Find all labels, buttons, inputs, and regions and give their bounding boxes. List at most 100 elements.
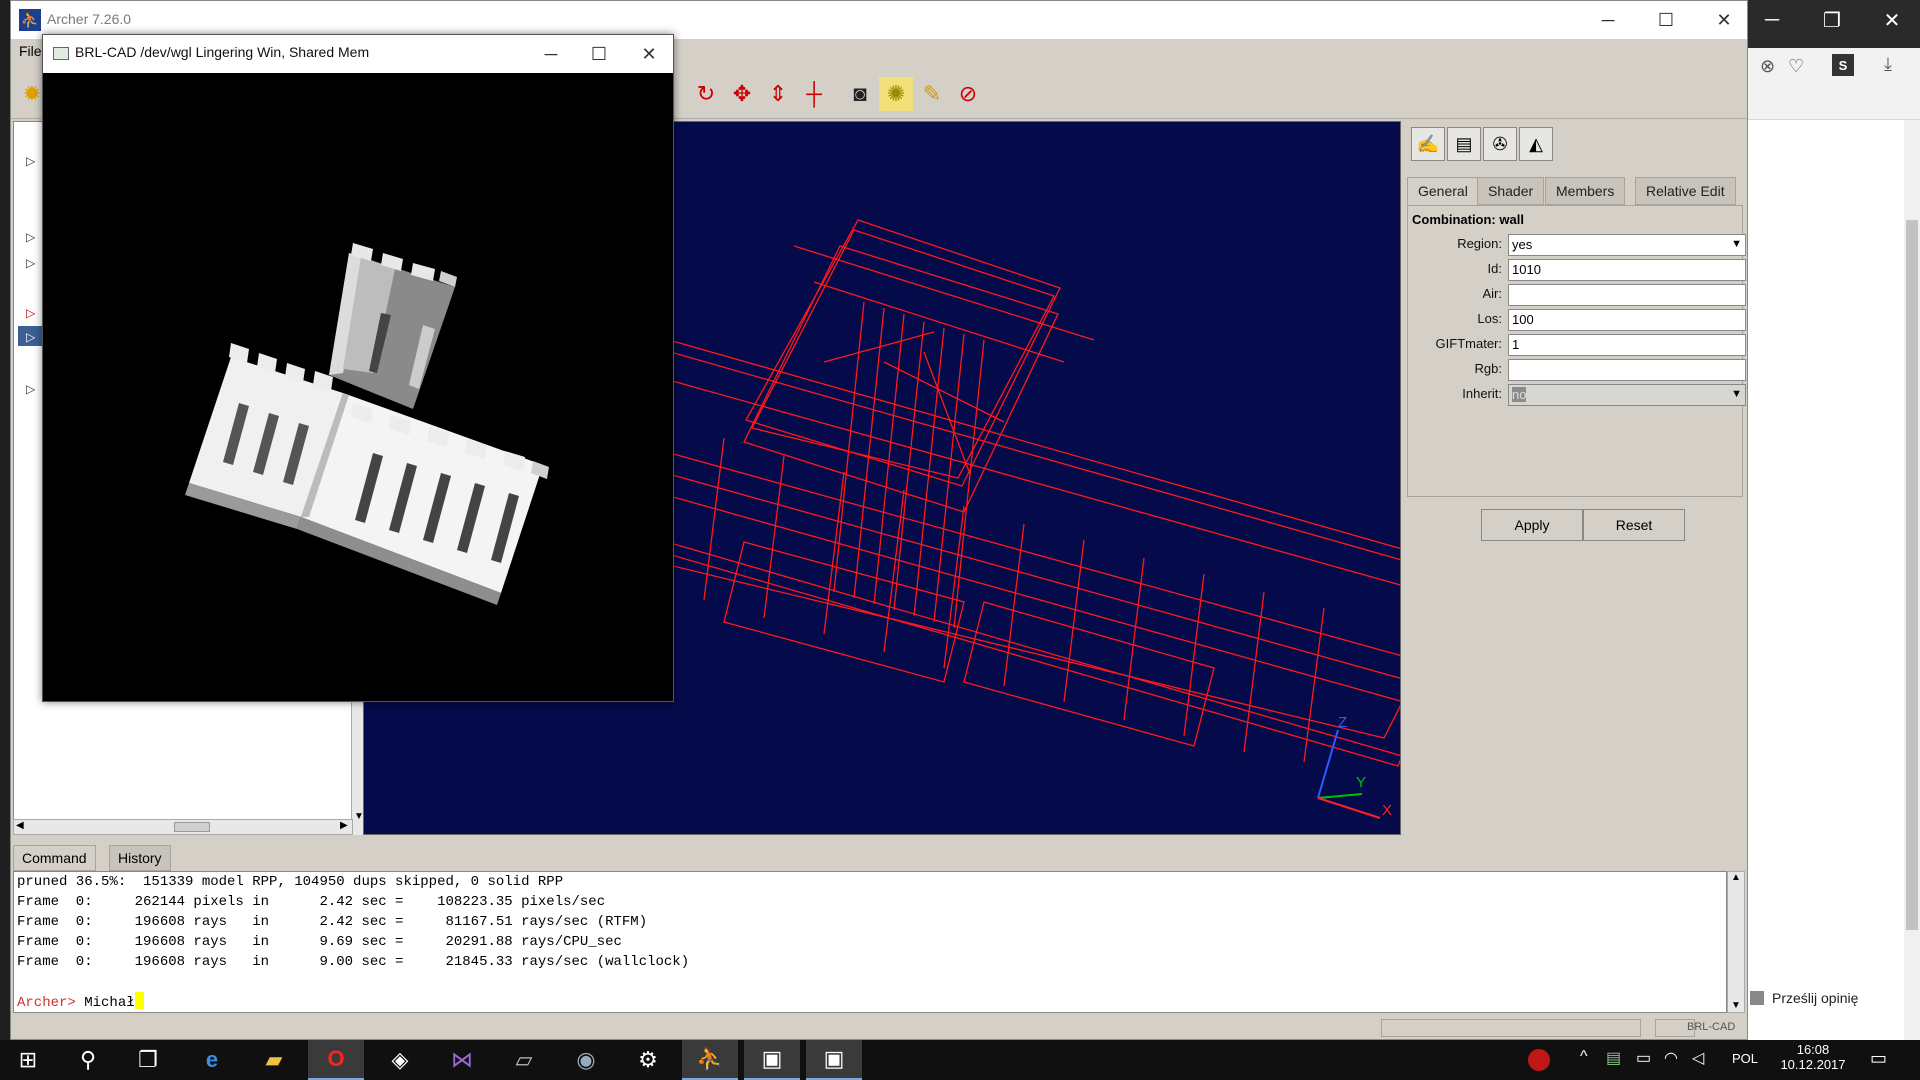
tree-expand-icon[interactable]: ▷ xyxy=(26,230,35,244)
id-field[interactable]: 1010 xyxy=(1508,259,1746,281)
tab-command[interactable]: Command xyxy=(13,845,96,871)
settings-icon[interactable]: ⚙ xyxy=(620,1040,676,1080)
air-field[interactable] xyxy=(1508,284,1746,306)
brl-window-taskbar-icon[interactable]: ▣ xyxy=(806,1040,862,1080)
file-explorer-icon[interactable]: ▰ xyxy=(246,1040,302,1080)
browser-close-icon[interactable]: ✕ xyxy=(1868,0,1916,40)
tray-app-icon[interactable] xyxy=(1528,1049,1550,1071)
unity-icon[interactable]: ◈ xyxy=(372,1040,428,1080)
steam-icon[interactable]: ◉ xyxy=(558,1040,614,1080)
feedback-link[interactable]: Prześlij opinię xyxy=(1750,990,1858,1006)
tree-hscrollbar[interactable]: ◀ ▶ xyxy=(13,819,353,835)
tree-expand-icon[interactable]: ▷ xyxy=(26,256,35,270)
download-icon[interactable]: ⤓ xyxy=(1884,54,1892,75)
scroll-right-icon[interactable]: ▶ xyxy=(340,820,348,831)
edit-text-icon[interactable]: ▤ xyxy=(1447,127,1481,161)
taskbar: ⊞ ⚲ ❐ e ▰ O ◈ ⋈ ▱ ◉ ⚙ ⛹ ▣ ▣ ^ ▤ ▭ ◠ ◁ PO… xyxy=(0,1040,1920,1080)
command-console[interactable]: pruned 36.5%: 151339 model RPP, 104950 d… xyxy=(13,871,1727,1013)
rgb-label: Rgb: xyxy=(1474,361,1502,376)
scroll-thumb[interactable] xyxy=(174,822,210,832)
clock[interactable]: 16:08 10.12.2017 xyxy=(1778,1042,1848,1072)
brl-close-icon[interactable]: ✕ xyxy=(625,35,673,73)
tab-members[interactable]: Members xyxy=(1545,177,1626,205)
edit-attributes-icon[interactable]: ✍ xyxy=(1411,127,1445,161)
archer-minimize-icon[interactable]: ─ xyxy=(1579,1,1637,39)
tree-expand-icon[interactable]: ▷ xyxy=(26,330,35,344)
rotate-icon[interactable]: ↻ xyxy=(689,77,723,111)
search-icon[interactable]: ⚲ xyxy=(60,1040,116,1080)
console-scrollbar[interactable]: ▲ ▼ xyxy=(1727,871,1745,1013)
terrain-icon[interactable]: ◭ xyxy=(1519,127,1553,161)
chevron-down-icon: ▼ xyxy=(1731,388,1742,400)
menu-file[interactable]: File xyxy=(19,43,42,59)
scroll-left-icon[interactable]: ◀ xyxy=(16,820,24,831)
notifications-icon[interactable]: ▭ xyxy=(1870,1048,1887,1069)
id-label: Id: xyxy=(1487,261,1502,276)
battery-icon[interactable]: ▭ xyxy=(1636,1048,1651,1068)
clear-icon[interactable]: ✎ xyxy=(915,77,949,111)
combination-label: Combination: wall xyxy=(1412,212,1524,227)
command-input[interactable]: Michał xyxy=(84,995,134,1011)
browser-window xyxy=(1748,0,1920,1040)
status-field xyxy=(1381,1019,1641,1037)
edge-icon[interactable]: e xyxy=(184,1040,240,1080)
console-line: Frame 0: 196608 rays in 9.00 sec = 21845… xyxy=(17,954,690,970)
rgb-field[interactable] xyxy=(1508,359,1746,381)
app-icon[interactable]: ▱ xyxy=(496,1040,552,1080)
start-icon[interactable]: ⊞ xyxy=(0,1040,56,1080)
tab-history[interactable]: History xyxy=(109,845,171,871)
y-axis-line xyxy=(1317,793,1363,799)
volume-icon[interactable]: ◁ xyxy=(1692,1048,1704,1068)
heart-icon[interactable]: ♡ xyxy=(1788,56,1804,77)
tab-relative-edit[interactable]: Relative Edit xyxy=(1635,177,1736,205)
archer-close-icon[interactable]: ✕ xyxy=(1695,1,1753,39)
apply-button[interactable]: Apply xyxy=(1481,509,1583,541)
command-prompt-line[interactable]: Archer> Michał xyxy=(17,992,1723,1013)
browser-scroll-thumb[interactable] xyxy=(1906,220,1918,930)
visual-studio-icon[interactable]: ⋈ xyxy=(434,1040,490,1080)
chevron-up-icon[interactable]: ^ xyxy=(1580,1048,1588,1066)
language-indicator[interactable]: POL xyxy=(1732,1051,1758,1066)
archer-taskbar-icon[interactable]: ⛹ xyxy=(682,1040,738,1080)
reset-button[interactable]: Reset xyxy=(1583,509,1685,541)
opera-icon[interactable]: O xyxy=(308,1040,364,1080)
edit-panel: ✍ ▤ ✇ ◭ General Shader Members Relative … xyxy=(1405,121,1747,835)
raytrace-canvas[interactable] xyxy=(43,73,673,701)
tray-icon[interactable]: ▤ xyxy=(1606,1048,1621,1068)
tree-expand-icon[interactable]: ▷ xyxy=(26,306,35,320)
los-label: Los: xyxy=(1477,311,1502,326)
archer-maximize-icon[interactable]: ☐ xyxy=(1637,1,1695,39)
tab-shader[interactable]: Shader xyxy=(1477,177,1545,205)
translate-icon[interactable]: ✥ xyxy=(725,77,759,111)
brl-window-taskbar-icon[interactable]: ▣ xyxy=(744,1040,800,1080)
raytrace-icon[interactable]: ✺ xyxy=(879,77,913,111)
block-icon[interactable]: ⊗ xyxy=(1760,56,1775,77)
clock-date: 10.12.2017 xyxy=(1780,1057,1846,1072)
scroll-down-icon[interactable]: ▼ xyxy=(1731,1000,1741,1011)
region-select[interactable]: yes ▼ xyxy=(1508,234,1746,256)
tab-general[interactable]: General xyxy=(1407,177,1479,205)
center-icon[interactable]: ┼ xyxy=(797,77,831,111)
z-axis-line xyxy=(1317,729,1339,799)
chevron-down-icon: ▼ xyxy=(1731,238,1742,250)
task-view-icon[interactable]: ❐ xyxy=(120,1040,176,1080)
feedback-label: Prześlij opinię xyxy=(1772,990,1859,1006)
inherit-value: no xyxy=(1512,387,1527,402)
scroll-up-icon[interactable]: ▲ xyxy=(1731,872,1741,883)
browser-restore-icon[interactable]: ❐ xyxy=(1808,0,1856,40)
giftmater-field[interactable]: 1 xyxy=(1508,334,1746,356)
browser-minimize-icon[interactable]: ─ xyxy=(1748,0,1796,40)
brl-minimize-icon[interactable]: ─ xyxy=(527,35,575,73)
air-label: Air: xyxy=(1482,286,1503,301)
reset-icon[interactable]: ⊘ xyxy=(951,77,985,111)
camera-icon[interactable]: ◙ xyxy=(843,77,877,111)
tools-icon[interactable]: ✇ xyxy=(1483,127,1517,161)
los-field[interactable]: 100 xyxy=(1508,309,1746,331)
extension-icon[interactable]: S xyxy=(1832,54,1854,76)
scale-icon[interactable]: ⇕ xyxy=(761,77,795,111)
tree-expand-icon[interactable]: ▷ xyxy=(26,382,35,396)
wifi-icon[interactable]: ◠ xyxy=(1664,1048,1678,1068)
tree-expand-icon[interactable]: ▷ xyxy=(26,154,35,168)
inherit-select[interactable]: no ▼ xyxy=(1508,384,1746,406)
brl-maximize-icon[interactable]: ☐ xyxy=(575,35,623,73)
